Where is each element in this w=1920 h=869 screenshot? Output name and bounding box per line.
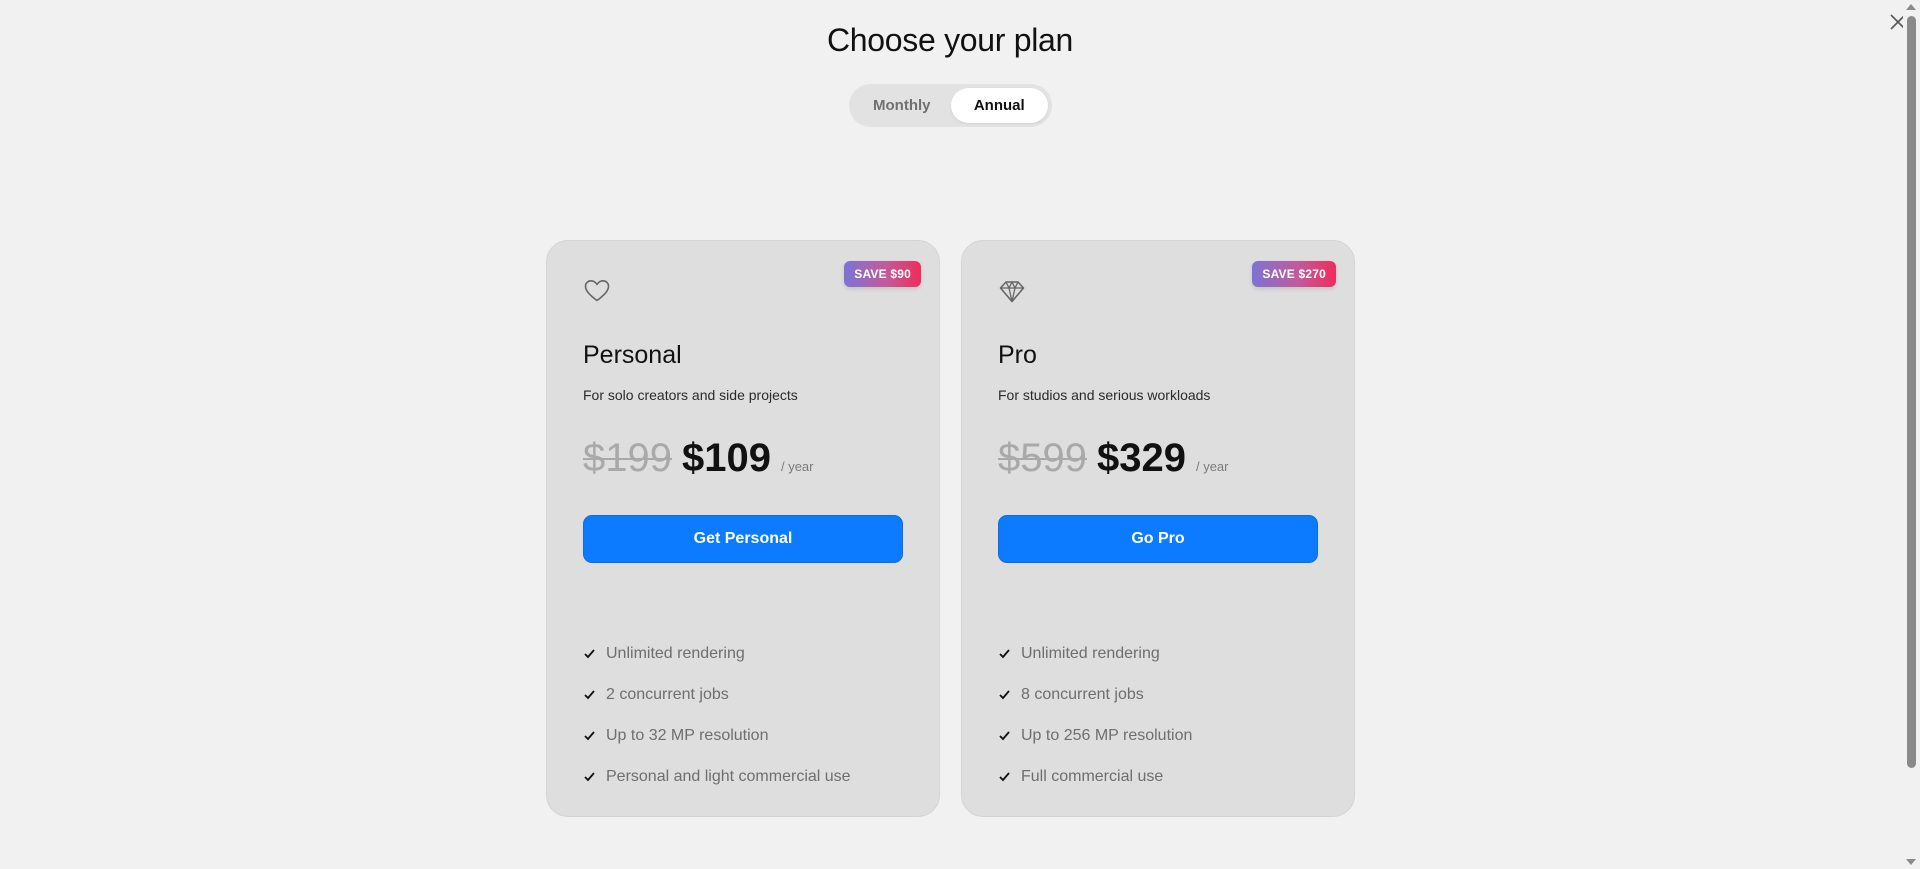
feature-label: Up to 32 MP resolution	[606, 726, 769, 744]
plan-description: For studios and serious workloads	[998, 387, 1211, 403]
diamond-icon	[999, 281, 1025, 303]
plan-card-personal: SAVE $90 Personal For solo creators and …	[546, 240, 940, 817]
check-icon	[999, 731, 1010, 741]
feature-item: Unlimited rendering	[583, 633, 851, 674]
check-icon	[584, 690, 595, 700]
feature-item: Full commercial use	[998, 756, 1192, 797]
plan-description: For solo creators and side projects	[583, 387, 798, 403]
feature-label: Up to 256 MP resolution	[1021, 726, 1193, 744]
plan-card-pro: SAVE $270 Pro For studios and serious wo…	[961, 240, 1355, 817]
plan-name: Pro	[998, 341, 1037, 369]
feature-list: Unlimited rendering 8 concurrent jobs Up…	[998, 633, 1192, 797]
feature-item: Up to 32 MP resolution	[583, 715, 851, 756]
billing-option-annual[interactable]: Annual	[950, 88, 1048, 123]
check-icon	[999, 649, 1010, 659]
scrollbar-thumb[interactable]	[1907, 16, 1916, 768]
save-badge: SAVE $90	[844, 261, 921, 287]
feature-item: Unlimited rendering	[998, 633, 1192, 674]
billing-option-monthly[interactable]: Monthly	[853, 88, 951, 123]
go-pro-button[interactable]: Go Pro	[998, 515, 1318, 563]
vertical-scrollbar[interactable]	[1903, 0, 1920, 869]
check-icon	[999, 772, 1010, 782]
check-icon	[584, 772, 595, 782]
feature-label: 8 concurrent jobs	[1021, 685, 1144, 703]
heart-icon	[584, 280, 610, 302]
feature-label: Full commercial use	[1021, 767, 1164, 785]
original-price: $599	[998, 436, 1087, 480]
save-badge: SAVE $270	[1252, 261, 1336, 287]
scroll-down-arrow-icon[interactable]	[1906, 859, 1916, 865]
price-row: $599 $329 / year	[998, 436, 1228, 481]
feature-item: 8 concurrent jobs	[998, 674, 1192, 715]
scroll-up-arrow-icon[interactable]	[1906, 4, 1916, 10]
check-icon	[584, 649, 595, 659]
price-row: $199 $109 / year	[583, 436, 813, 481]
feature-label: Unlimited rendering	[1021, 644, 1160, 662]
discounted-price: $329	[1096, 436, 1186, 480]
feature-label: Unlimited rendering	[606, 644, 745, 662]
feature-list: Unlimited rendering 2 concurrent jobs Up…	[583, 633, 851, 797]
page-title: Choose your plan	[826, 22, 1074, 58]
billing-period: / year	[780, 459, 814, 474]
get-personal-button[interactable]: Get Personal	[583, 515, 903, 563]
check-icon	[584, 731, 595, 741]
feature-item: Up to 256 MP resolution	[998, 715, 1192, 756]
plan-name: Personal	[583, 341, 682, 369]
feature-item: Personal and light commercial use	[583, 756, 851, 797]
original-price: $199	[583, 436, 672, 480]
feature-item: 2 concurrent jobs	[583, 674, 851, 715]
billing-toggle: Monthly Annual	[849, 84, 1052, 127]
pricing-modal: Choose your plan Monthly Annual SAVE $90…	[0, 0, 1920, 869]
check-icon	[999, 690, 1010, 700]
discounted-price: $109	[681, 436, 771, 480]
billing-period: / year	[1195, 459, 1229, 474]
feature-label: Personal and light commercial use	[606, 767, 851, 785]
feature-label: 2 concurrent jobs	[606, 685, 729, 703]
